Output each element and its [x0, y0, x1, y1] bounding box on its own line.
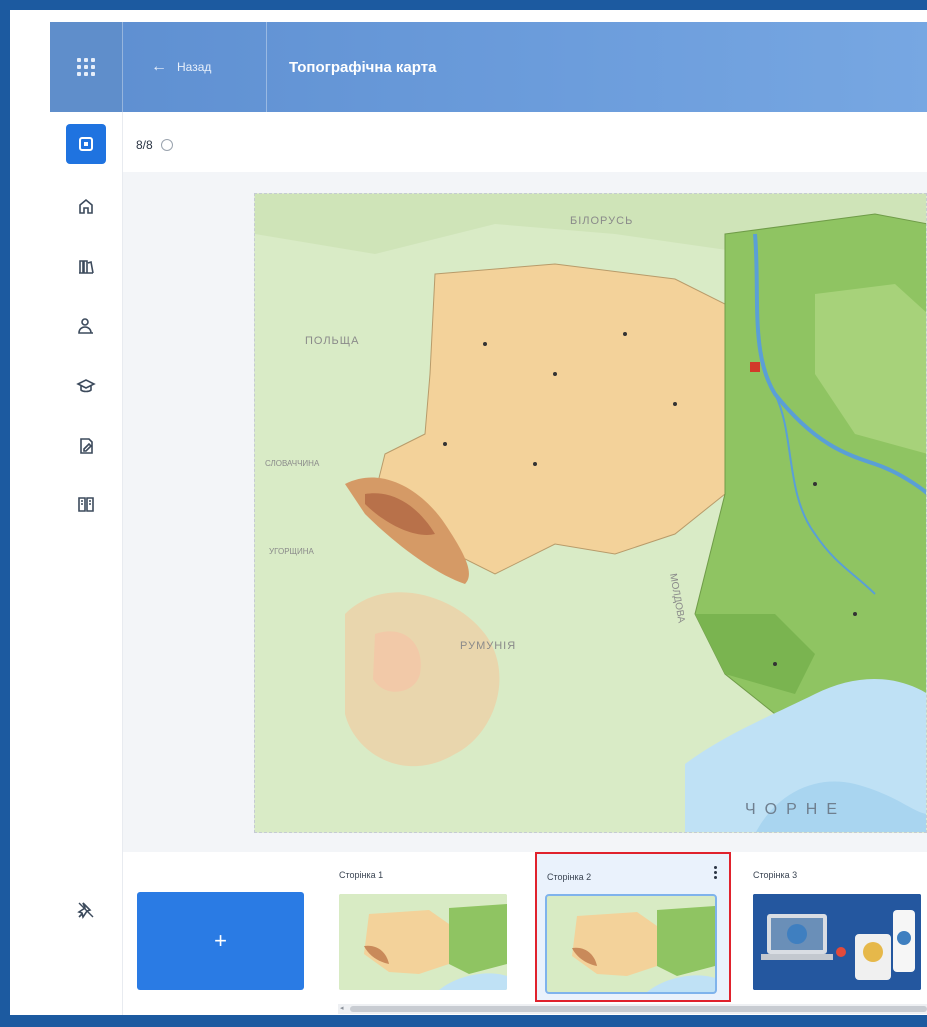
rail-item-book[interactable] — [66, 484, 106, 524]
thumbnail-label: Сторінка 1 — [339, 870, 384, 880]
map-label-belarus: БІЛОРУСЬ — [570, 215, 633, 227]
page-thumbnail-strip: + Сторінка 1 Сторінка 2 Сторінка 3 ◂ — [123, 852, 927, 1015]
map-label-romania: РУМУНІЯ — [460, 640, 516, 652]
slide-workspace: БІЛОРУСЬ ПОЛЬЩА СЛОВАЧЧИНА УГОРЩИНА РУМУ… — [123, 172, 927, 852]
side-rail — [50, 112, 123, 1015]
thumbnail-page-1[interactable]: Сторінка 1 — [329, 852, 519, 1002]
thumbnail-page-2[interactable]: Сторінка 2 — [535, 852, 731, 1002]
map-label-black-sea: ЧОРНЕ — [745, 801, 846, 818]
page-title: Топографічна карта — [289, 58, 437, 76]
pin-off-icon — [77, 902, 94, 919]
rail-item-users[interactable] — [66, 306, 106, 346]
add-page-button[interactable]: + — [137, 892, 304, 990]
library-icon — [79, 260, 94, 274]
ukraine-physical-map: БІЛОРУСЬ ПОЛЬЩА СЛОВАЧЧИНА УГОРЩИНА РУМУ… — [255, 194, 926, 832]
rail-item-documents[interactable] — [66, 426, 106, 466]
map-label-hungary: УГОРЩИНА — [269, 547, 315, 556]
thumbnail-label: Сторінка 3 — [753, 870, 798, 880]
map-label-poland: ПОЛЬЩА — [305, 335, 359, 347]
rail-item-add-page[interactable] — [66, 124, 106, 164]
map-label-slovakia: СЛОВАЧЧИНА — [265, 459, 320, 468]
apps-menu-button[interactable] — [50, 22, 123, 112]
book-icon — [78, 497, 94, 512]
add-page-icon — [66, 124, 106, 164]
home-icon — [79, 198, 93, 214]
info-icon[interactable] — [160, 139, 173, 151]
rail-item-library[interactable] — [66, 246, 106, 286]
users-icon — [78, 318, 93, 334]
back-button[interactable]: ← Назад — [123, 22, 267, 112]
rail-item-home[interactable] — [66, 186, 106, 226]
thumbnail-page-3[interactable]: Сторінка 3 — [743, 852, 927, 1002]
thumbnail-image — [545, 894, 717, 994]
rail-item-pin[interactable] — [66, 890, 106, 930]
graduation-cap-icon — [76, 379, 96, 393]
scroll-left-icon[interactable]: ◂ — [340, 1004, 344, 1012]
more-options-icon[interactable] — [714, 866, 717, 879]
thumbnail-label: Сторінка 2 — [547, 872, 592, 882]
arrow-left-icon: ← — [151, 58, 167, 75]
back-button-label: Назад — [177, 60, 212, 74]
thumbnail-image — [753, 894, 921, 990]
map-slide[interactable]: БІЛОРУСЬ ПОЛЬЩА СЛОВАЧЧИНА УГОРЩИНА РУМУ… — [254, 193, 927, 833]
app-window: ← Назад Топографічна карта 8/8 БІЛОРУСЬ … — [10, 10, 927, 1015]
thumbnail-image — [339, 894, 507, 990]
rail-item-education[interactable] — [66, 366, 106, 406]
page-counter: 8/8 — [136, 138, 173, 152]
thumbnail-scrollbar[interactable]: ◂ — [338, 1004, 927, 1014]
apps-grid-icon — [77, 58, 95, 76]
page-counter-text: 8/8 — [136, 138, 153, 152]
document-edit-icon — [80, 438, 93, 454]
scrollbar-thumb[interactable] — [350, 1006, 927, 1012]
top-bar: ← Назад Топографічна карта — [50, 22, 927, 112]
